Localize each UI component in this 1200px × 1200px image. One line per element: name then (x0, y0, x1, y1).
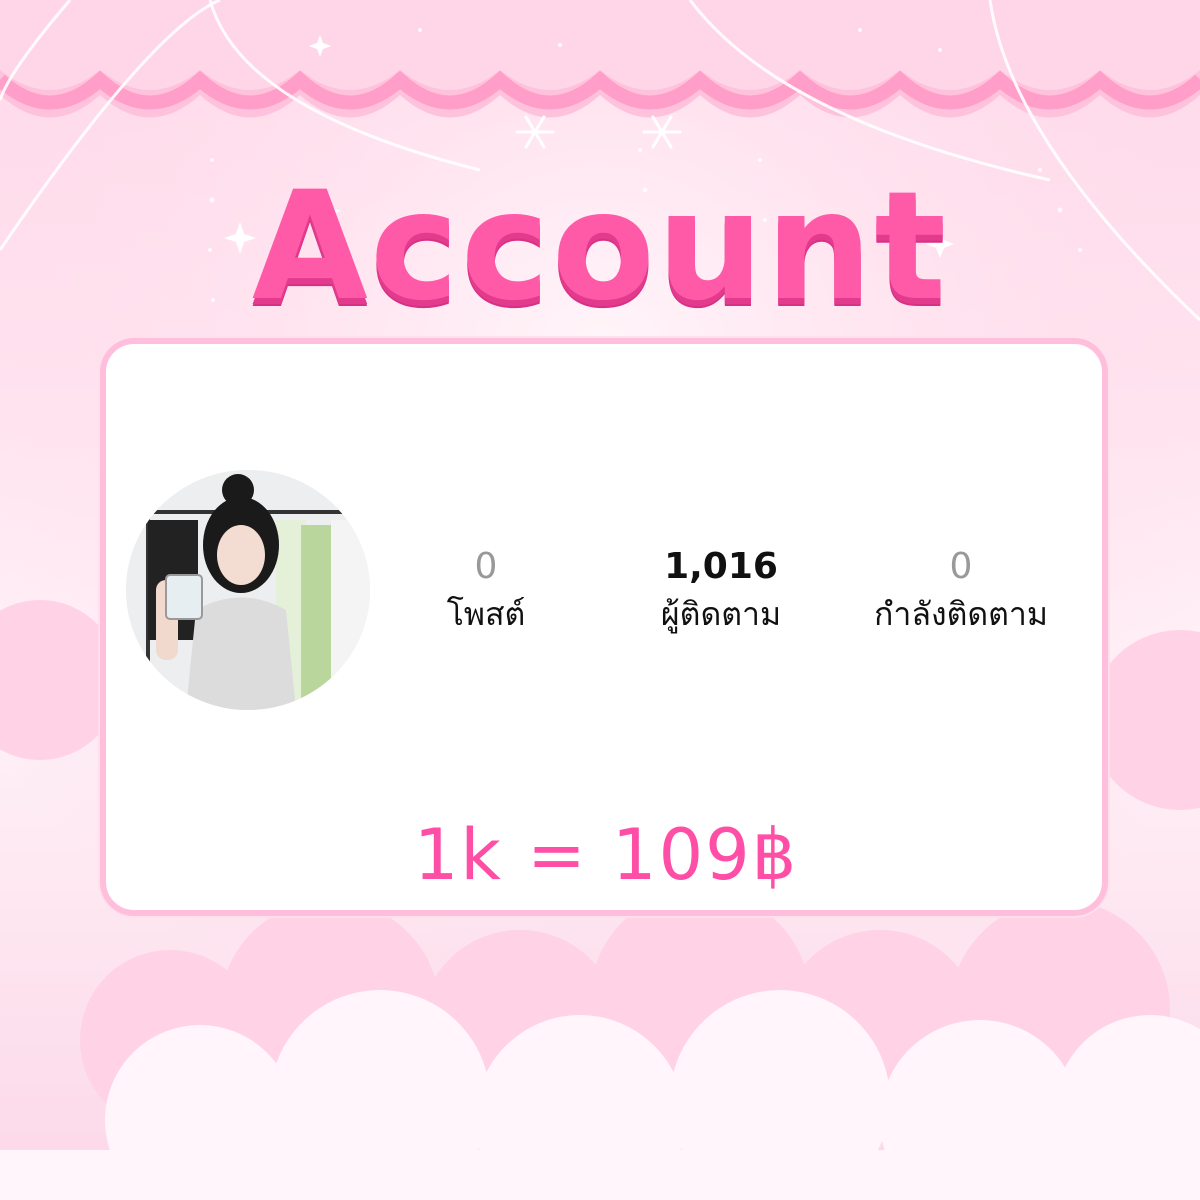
posts-label: โพสต์ (446, 595, 526, 633)
account-card: 0 โพสต์ 1,016 ผู้ติดตาม 0 กำลังติดตาม 1k… (100, 338, 1108, 916)
stat-following[interactable]: 0 กำลังติดตาม (846, 544, 1076, 638)
profile-photo-icon (126, 470, 370, 710)
following-count: 0 (949, 546, 973, 587)
posts-count: 0 (474, 546, 498, 587)
followers-label: ผู้ติดตาม (660, 595, 782, 633)
page-title: Account (251, 160, 949, 334)
price-text: 1k = 109฿ (413, 814, 799, 896)
followers-count: 1,016 (664, 546, 778, 587)
stat-posts[interactable]: 0 โพสต์ (396, 544, 576, 638)
following-label: กำลังติดตาม (874, 595, 1048, 633)
stat-followers[interactable]: 1,016 ผู้ติดตาม (621, 544, 821, 638)
profile-avatar (126, 470, 370, 710)
